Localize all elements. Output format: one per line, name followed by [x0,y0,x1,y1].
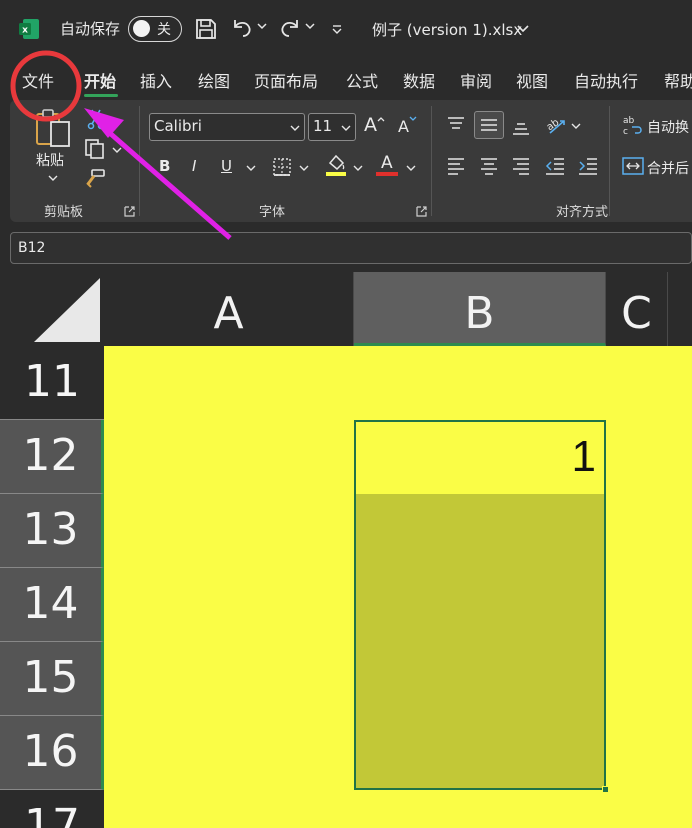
dialog-launcher-icon[interactable] [124,206,135,217]
decrease-indent-icon[interactable] [544,157,566,175]
active-tab-indicator [84,94,118,97]
excel-window: x 自动保存 关 例子 (version 1).xlsx 文件 开始 插入 绘图… [0,0,692,828]
wrap-text-icon[interactable]: ab c [622,114,644,136]
svg-text:x: x [22,26,28,36]
autosave-state: 关 [157,22,171,38]
paste-icon[interactable] [34,108,74,150]
clipboard-group-label: 剪贴板 [44,205,84,220]
save-icon[interactable] [194,17,218,41]
excel-logo-icon: x [19,19,39,39]
underline-button[interactable]: U [221,157,232,175]
paste-label[interactable]: 粘贴 [36,150,64,170]
chevron-down-icon[interactable] [353,164,363,172]
chevron-down-icon[interactable] [516,23,530,35]
autosave-label: 自动保存 [60,20,121,38]
undo-icon[interactable] [230,16,254,40]
chevron-down-icon[interactable] [112,146,122,154]
name-box[interactable] [10,232,692,264]
tab-review[interactable]: 审阅 [460,68,492,92]
format-painter-icon[interactable] [84,168,106,190]
svg-text:c: c [623,127,628,136]
orientation-icon[interactable]: ab [544,114,568,136]
copy-icon[interactable] [84,138,106,160]
chevron-down-icon[interactable] [290,124,300,132]
chevron-down-icon[interactable] [571,122,581,130]
italic-button[interactable]: I [192,157,196,175]
fill-handle[interactable] [602,786,609,793]
merge-center-icon[interactable] [622,156,644,176]
grow-font-button[interactable]: A [364,114,377,136]
tab-data[interactable]: 数据 [403,68,435,92]
chevron-down-icon[interactable] [406,164,416,172]
dialog-launcher-icon[interactable] [416,206,427,217]
group-separator [139,106,140,216]
alignment-group-label: 对齐方式 [556,205,609,220]
font-name-combo[interactable]: Calibri [149,113,305,141]
font-size-value: 11 [313,117,333,135]
row-header-17[interactable]: 17 [0,790,104,828]
borders-icon[interactable] [272,157,292,177]
chevron-down-icon[interactable] [341,124,351,132]
chevron-down-icon[interactable] [48,174,58,182]
bold-button[interactable]: B [159,157,170,175]
column-header-a[interactable]: A [104,272,354,346]
chevron-down-icon[interactable] [256,20,268,32]
row-header-16[interactable]: 16 [0,716,104,790]
caret-down-icon [409,116,417,121]
document-title[interactable]: 例子 (version 1).xlsx [372,19,522,40]
tab-help[interactable]: 帮助 [664,68,692,92]
redo-icon[interactable] [278,16,302,40]
svg-text:ab: ab [623,116,635,126]
chevron-down-icon[interactable] [299,164,309,172]
tab-formulas[interactable]: 公式 [346,68,378,92]
group-separator [431,106,432,216]
align-middle-icon [481,119,497,131]
font-group-label: 字体 [259,205,286,220]
tab-home[interactable]: 开始 [84,68,116,92]
align-right-icon[interactable] [511,157,531,175]
font-color-swatch [376,172,398,176]
row-header-12[interactable]: 12 [0,420,104,494]
wrap-text-label[interactable]: 自动换 [647,117,689,137]
tab-view[interactable]: 视图 [516,68,548,92]
align-center-icon[interactable] [479,157,499,175]
font-color-button[interactable]: A [381,153,393,173]
chevron-down-icon[interactable] [304,20,316,32]
autosave-toggle[interactable]: 关 [128,16,182,42]
select-all-button[interactable] [0,272,104,346]
increase-indent-icon[interactable] [577,157,599,175]
toggle-knob [133,20,150,37]
fill-color-icon[interactable] [325,153,347,177]
row-header-14[interactable]: 14 [0,568,104,642]
name-box-value: B12 [18,240,46,256]
title-bar: x 自动保存 关 例子 (version 1).xlsx [0,0,692,58]
align-top-icon[interactable] [446,116,466,134]
cell-b12-value[interactable]: 1 [540,432,596,482]
align-bottom-icon[interactable] [511,118,531,136]
chevron-down-icon[interactable] [246,164,256,172]
merge-center-label[interactable]: 合并后 [647,158,689,178]
ribbon-tabs: 文件 开始 插入 绘图 页面布局 公式 数据 审阅 视图 自动执行 帮助 [0,58,692,98]
tab-automate[interactable]: 自动执行 [574,68,638,92]
customize-toolbar-icon[interactable] [330,22,344,36]
tab-draw[interactable]: 绘图 [198,68,230,92]
caret-up-icon [377,117,385,122]
tab-insert[interactable]: 插入 [140,68,172,92]
cut-icon[interactable] [86,108,106,130]
row-header-15[interactable]: 15 [0,642,104,716]
font-name-value: Calibri [154,117,202,135]
column-header-b[interactable]: B [354,272,606,346]
tab-file[interactable]: 文件 [22,68,54,92]
column-header-c[interactable]: C [606,272,668,346]
shrink-font-button[interactable]: A [398,117,409,136]
group-separator [609,106,610,216]
select-all-triangle-icon [34,278,100,342]
align-left-icon[interactable] [446,157,466,175]
font-size-combo[interactable]: 11 [308,113,356,141]
tab-page-layout[interactable]: 页面布局 [254,68,318,92]
row-header-11[interactable]: 11 [0,346,104,420]
row-header-13[interactable]: 13 [0,494,104,568]
